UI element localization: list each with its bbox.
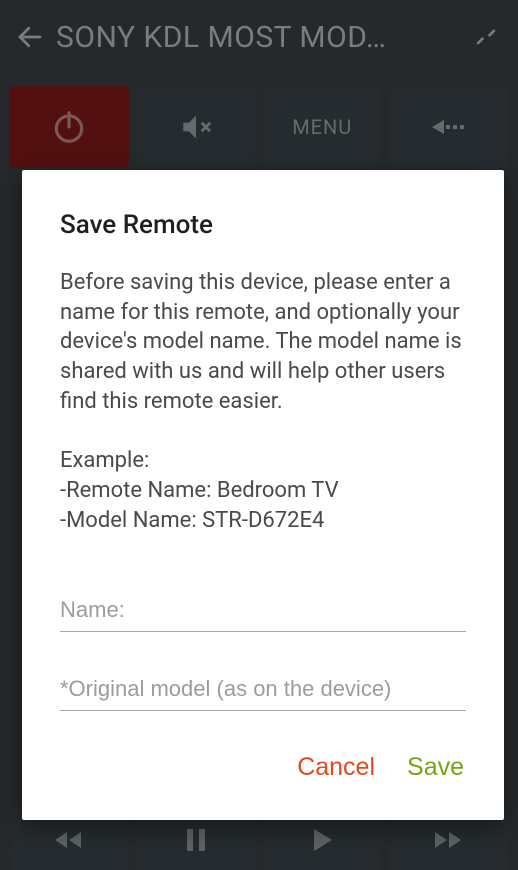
remote-name-input[interactable] [60,591,466,632]
save-remote-dialog: Save Remote Before saving this device, p… [22,170,504,820]
cancel-button[interactable]: Cancel [295,749,377,786]
model-name-input[interactable] [60,670,466,711]
model-field-wrapper [60,670,466,711]
dialog-title: Save Remote [60,210,466,240]
dialog-body: Before saving this device, please enter … [60,268,466,535]
save-button[interactable]: Save [405,749,466,786]
dialog-actions: Cancel Save [60,749,466,786]
name-field-wrapper [60,591,466,632]
